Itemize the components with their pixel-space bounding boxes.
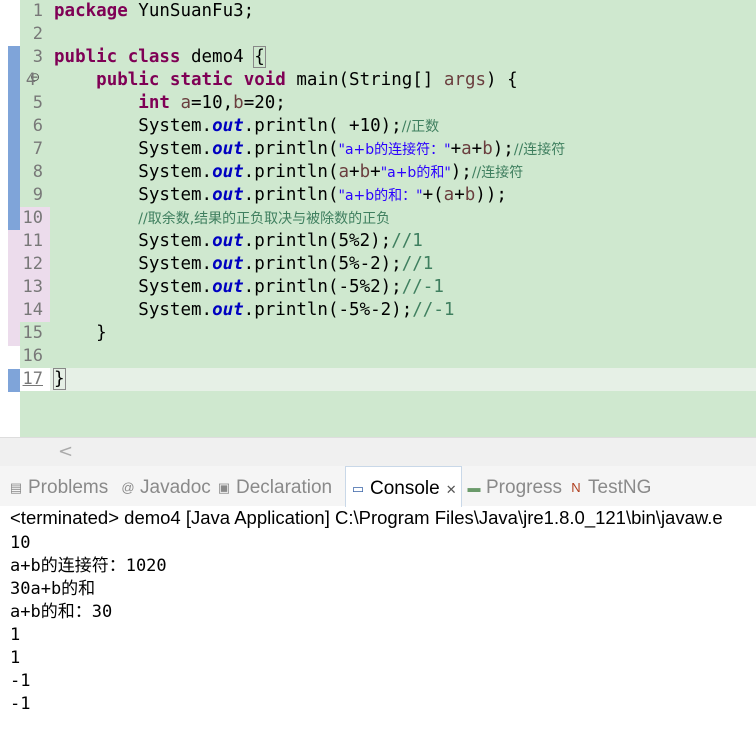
tab-problems[interactable]: ▤ Problems — [8, 466, 108, 506]
testng-icon: N — [571, 480, 581, 495]
code-line-5: int a=10,b=20; — [138, 93, 286, 113]
line-number: 2 — [32, 24, 43, 44]
code-line-3: public class demo4 { — [54, 46, 266, 68]
line-number: 14 — [20, 299, 50, 322]
line-number: 8 — [32, 162, 43, 182]
change-marker-bar — [8, 46, 20, 230]
change-marker-bar-end — [8, 369, 20, 392]
progress-icon: ▬ — [467, 480, 481, 495]
line-number-ruler: 1 2 3 4 5 6 7 8 9 10 11 12 13 14 15 16 1… — [20, 0, 50, 391]
code-editor[interactable]: ⊖ 1 2 3 4 5 6 7 8 9 10 11 12 13 14 15 16… — [0, 0, 756, 437]
code-line-14: System.out.println(-5%-2);//-1 — [138, 300, 455, 320]
console-output-line: a+b的连接符：1020 — [10, 556, 167, 576]
code-line-4: public static void main(String[] args) { — [96, 70, 518, 90]
horizontal-scrollbar[interactable]: < — [0, 437, 756, 466]
code-line-13: System.out.println(-5%2);//-1 — [138, 277, 444, 297]
code-line-1: package YunSuanFu3; — [54, 1, 255, 21]
console-output-line: 1 — [10, 625, 21, 645]
change-marker-bar-deleted — [8, 230, 20, 346]
tab-declaration[interactable]: ▣ Declaration — [216, 466, 332, 506]
line-number: 10 — [20, 207, 50, 230]
scroll-left-arrow-icon[interactable]: < — [58, 441, 73, 462]
javadoc-icon: @ — [121, 480, 135, 495]
code-line-6: System.out.println( +10);//正数 — [138, 116, 440, 136]
line-number: 16 — [22, 346, 43, 366]
line-number: 7 — [32, 139, 43, 159]
console-output-line: -1 — [10, 694, 31, 714]
code-line-12: System.out.println(5%-2);//1 — [138, 254, 434, 274]
tab-console[interactable]: ▭ Console ✕ — [345, 466, 462, 507]
problems-icon: ▤ — [9, 480, 23, 495]
close-icon[interactable]: ✕ — [446, 482, 457, 497]
console-icon: ▭ — [351, 481, 365, 496]
line-number: 11 — [20, 230, 50, 253]
declaration-icon: ▣ — [217, 480, 231, 495]
code-line-7: System.out.println("a+b的连接符："+a+b);//连接符 — [138, 139, 566, 159]
tab-javadoc[interactable]: @ Javadoc — [120, 466, 210, 506]
code-line-15: } — [96, 323, 107, 343]
bottom-panel-tabbar: ▤ Problems @ Javadoc ▣ Declaration ▭ Console… — [0, 466, 756, 507]
console-process-description: <terminated> demo4 [Java Application] C:… — [10, 507, 723, 528]
console-output-line: 30a+b的和 — [10, 579, 96, 599]
code-line-10: //取余数,结果的正负取决与被除数的正负 — [138, 211, 391, 227]
code-line-9: System.out.println("a+b的和："+(a+b)); — [138, 185, 507, 205]
console-output-line: a+b的和：30 — [10, 602, 113, 622]
console-output[interactable]: 10 a+b的连接符：1020 30a+b的和 a+b的和：30 1 1 -1 … — [10, 532, 167, 716]
line-number: 9 — [32, 185, 43, 205]
line-number: 6 — [32, 116, 43, 136]
console-output-line: 10 — [10, 533, 31, 553]
line-number: 12 — [20, 253, 50, 276]
tab-progress[interactable]: ▬ Progress — [466, 466, 563, 506]
line-number: 3 — [32, 47, 43, 67]
matching-brace: { — [253, 46, 266, 68]
code-line-17-current: } — [50, 368, 756, 391]
console-output-line: -1 — [10, 671, 31, 691]
tab-testng[interactable]: N TestNG — [568, 466, 651, 506]
line-number: 4 — [25, 70, 36, 90]
line-number: 5 — [32, 93, 43, 113]
code-line-8: System.out.println(a+b+"a+b的和");//连接符 — [138, 162, 524, 182]
console-output-line: 1 — [10, 648, 21, 668]
text-caret — [64, 370, 66, 388]
code-text-area[interactable]: package YunSuanFu3; public class demo4 {… — [50, 0, 756, 391]
code-line-11: System.out.println(5%2);//1 — [138, 231, 423, 251]
line-number: 1 — [32, 1, 43, 21]
line-number: 15 — [22, 323, 43, 343]
line-number-current: 17 — [20, 368, 50, 391]
line-number: 13 — [20, 276, 50, 299]
